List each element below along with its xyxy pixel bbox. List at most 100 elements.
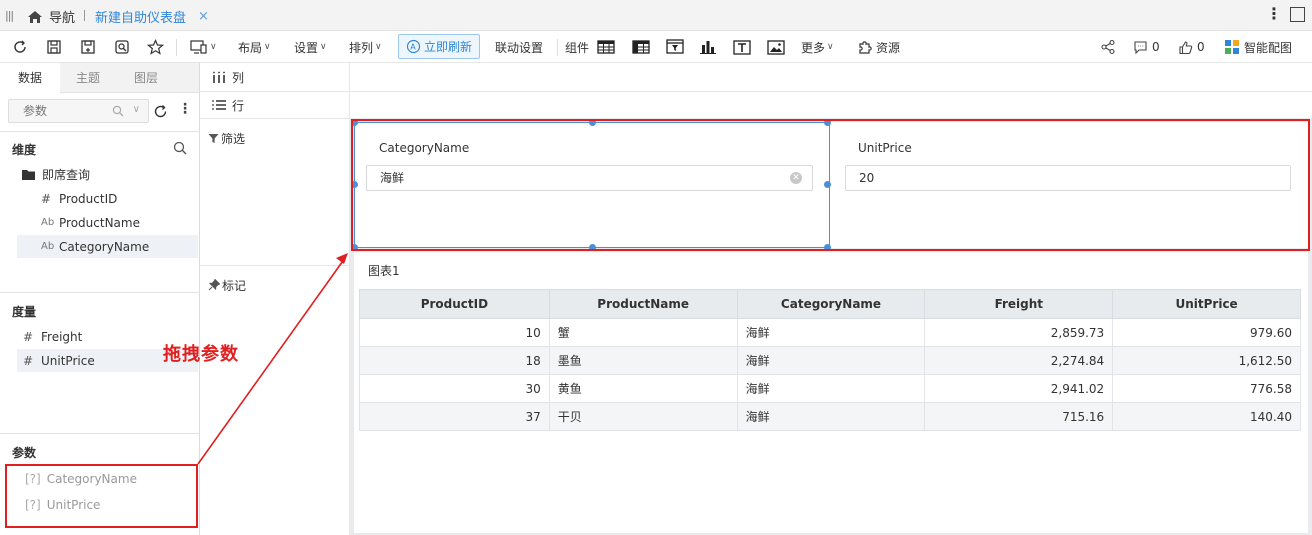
annotation-highlight-params — [5, 464, 198, 528]
comments-button[interactable]: 0 — [1133, 31, 1160, 63]
search-input[interactable] — [23, 104, 103, 118]
field-freight[interactable]: # Freight — [23, 325, 183, 348]
smart-color-icon — [1225, 40, 1239, 54]
table-cell: 干贝 — [548, 402, 738, 431]
rows-icon — [212, 100, 226, 110]
save-icon[interactable] — [46, 31, 62, 63]
image-component-icon[interactable] — [767, 31, 785, 63]
toolbar-divider — [176, 39, 177, 56]
chevron-down-icon: ∨ — [827, 42, 834, 52]
table-cell: 140.40 — [1112, 402, 1301, 431]
tab-theme[interactable]: 主题 — [58, 63, 118, 93]
number-type-icon: # — [23, 353, 34, 368]
table-cell: 海鲜 — [736, 318, 926, 347]
search-icon[interactable] — [112, 105, 124, 117]
tab-new-dashboard[interactable]: 新建自助仪表盘 × — [95, 7, 209, 26]
divider — [200, 118, 350, 119]
tab-divider — [84, 10, 85, 21]
column-header[interactable]: Freight — [924, 289, 1114, 319]
table-cell: 979.60 — [1112, 318, 1301, 347]
table-cell: 18 — [359, 346, 550, 375]
tab-data[interactable]: 数据 — [0, 63, 60, 94]
smart-color-button[interactable]: 智能配图 — [1224, 31, 1292, 63]
smart-color-label: 智能配图 — [1244, 40, 1293, 55]
favorite-star-icon[interactable] — [147, 31, 164, 63]
divider — [0, 433, 199, 434]
table-cell: 37 — [359, 402, 550, 431]
device-switch-button[interactable]: ∨ — [190, 31, 217, 63]
table-cell: 海鲜 — [736, 374, 926, 403]
number-type-icon: # — [23, 329, 34, 344]
column-header[interactable]: ProductName — [548, 289, 738, 319]
maximize-icon[interactable] — [1290, 7, 1305, 22]
arrange-menu[interactable]: 排列 ∨ — [349, 31, 382, 63]
folder-icon — [22, 169, 35, 180]
text-type-icon: Ab — [41, 217, 55, 228]
vertical-more-icon[interactable]: ⋮ — [178, 101, 192, 117]
table-cell: 海鲜 — [736, 402, 926, 431]
search-icon[interactable] — [173, 141, 187, 155]
crosstab-component-icon[interactable] — [632, 31, 650, 63]
field-label: UnitPrice — [41, 353, 95, 368]
components-text: 组件 — [565, 40, 590, 55]
folder-ad-hoc-query[interactable]: 即席查询 — [21, 163, 90, 186]
like-button[interactable]: 0 — [1178, 31, 1205, 63]
resources-button[interactable]: 资源 — [857, 31, 900, 63]
share-icon[interactable] — [1100, 31, 1116, 63]
table-row: 18 墨鱼 海鲜 2,274.84 1,612.50 — [359, 346, 1301, 375]
thumbs-up-icon — [1179, 40, 1193, 54]
field-productid[interactable]: # ProductID — [41, 187, 186, 210]
field-productname[interactable]: Ab ProductName — [41, 211, 186, 234]
text-component-icon[interactable] — [733, 31, 751, 63]
svg-text:A: A — [410, 43, 416, 52]
refresh-icon[interactable] — [153, 104, 168, 119]
layout-menu[interactable]: 布局 ∨ — [238, 31, 271, 63]
bar-chart-icon[interactable] — [700, 31, 716, 63]
dimensions-title: 维度 — [12, 143, 37, 157]
rows-shelf[interactable]: 行 — [200, 92, 1312, 118]
text-type-icon: Ab — [41, 241, 55, 252]
preview-icon[interactable] — [114, 31, 130, 63]
divider — [0, 292, 199, 293]
filter-component-icon[interactable] — [666, 31, 684, 63]
linkage-label: 联动设置 — [495, 40, 544, 55]
tab-layers[interactable]: 图层 — [116, 63, 176, 93]
chart-card[interactable]: 图表1 ProductID ProductName CategoryName F… — [354, 252, 1308, 533]
auto-refresh-icon: A — [406, 39, 421, 54]
more-menu[interactable]: 更多 ∨ — [801, 31, 834, 63]
chevron-down-icon[interactable]: ∨ — [133, 104, 140, 115]
vertical-more-icon[interactable]: ⋮ — [1266, 4, 1282, 23]
field-label: Freight — [41, 329, 83, 344]
measures-title: 度量 — [12, 305, 37, 319]
table-component-icon[interactable] — [597, 31, 615, 63]
toolbar-divider — [557, 39, 558, 56]
linkage-settings-button[interactable]: 联动设置 — [495, 31, 543, 63]
nav-tab[interactable]: 导航 — [27, 7, 75, 26]
puzzle-icon — [859, 41, 872, 54]
column-header[interactable]: CategoryName — [736, 289, 926, 319]
annotation-label: 拖拽参数 — [163, 344, 239, 365]
chevron-down-icon: ∨ — [210, 42, 217, 52]
table-cell: 2,941.02 — [924, 374, 1114, 403]
close-tab-icon[interactable]: × — [198, 9, 209, 24]
panel-tabs: 数据 主题 图层 — [0, 63, 199, 94]
field-label: CategoryName — [59, 239, 150, 254]
menu-grip-icon[interactable]: ||| — [5, 9, 14, 22]
filter-shelf[interactable]: 筛选 — [200, 130, 350, 146]
param-search-box[interactable]: ∨ — [8, 99, 149, 123]
refresh-icon[interactable] — [12, 31, 28, 63]
table-row: 37 干贝 海鲜 715.16 140.40 — [359, 402, 1301, 431]
marks-shelf[interactable]: 标记 — [200, 277, 350, 293]
column-header[interactable]: ProductID — [359, 289, 550, 319]
column-header[interactable]: UnitPrice — [1112, 289, 1301, 319]
table-cell: 776.58 — [1112, 374, 1301, 403]
field-categoryname[interactable]: Ab CategoryName — [17, 235, 198, 258]
save-as-icon[interactable] — [80, 31, 96, 63]
table-header-row: ProductID ProductName CategoryName Freig… — [359, 289, 1301, 319]
table-cell: 蟹 — [548, 318, 738, 347]
settings-menu[interactable]: 设置 ∨ — [294, 31, 327, 63]
refresh-now-button[interactable]: A 立即刷新 — [398, 34, 480, 59]
annotation-highlight-filters — [351, 119, 1310, 251]
columns-shelf[interactable]: 列 — [200, 63, 1312, 91]
pin-icon — [208, 279, 220, 291]
